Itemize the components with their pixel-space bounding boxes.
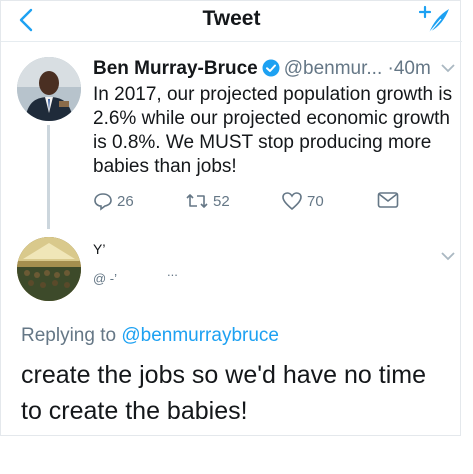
compose-feather-icon[interactable] bbox=[419, 5, 451, 35]
like-count: 70 bbox=[307, 192, 324, 210]
retweet-button[interactable]: 52 bbox=[185, 191, 230, 211]
header: Tweet bbox=[1, 1, 462, 42]
avatar-photo bbox=[17, 57, 81, 121]
reply-author-avatar[interactable] bbox=[17, 237, 81, 301]
replying-to-label: Replying to bbox=[21, 325, 117, 346]
page-title: Tweet bbox=[202, 7, 261, 30]
author-row: Ben Murray-Bruce @benmur... ·40m bbox=[93, 58, 431, 80]
replying-to-handle-link[interactable]: @benmurraybruce bbox=[121, 325, 279, 346]
tweet-actions: 26 52 70 bbox=[93, 191, 423, 215]
tweet-time[interactable]: 40m bbox=[394, 58, 431, 79]
author-name[interactable]: Ben Murray-Bruce bbox=[93, 58, 258, 79]
direct-message-button[interactable] bbox=[377, 191, 403, 209]
tweet-detail-frame: Tweet Ben Murray-Bruce @benmur... ·40m I… bbox=[0, 0, 462, 436]
retweet-count: 52 bbox=[213, 192, 230, 210]
reply-icon bbox=[94, 193, 112, 211]
tweet-text: In 2017, our projected population growth… bbox=[93, 84, 453, 177]
reply-author-name[interactable]: Y’ bbox=[93, 241, 105, 257]
reply-count: 26 bbox=[117, 192, 134, 210]
replying-to-line: Replying to @benmurraybruce bbox=[21, 325, 279, 347]
verified-badge-icon bbox=[262, 59, 280, 77]
retweet-icon bbox=[186, 194, 208, 208]
chevron-down-icon[interactable] bbox=[441, 251, 455, 261]
reply-separator-dots: ... bbox=[167, 264, 178, 279]
reply-text: create the jobs so we'd have no time to … bbox=[21, 361, 427, 425]
thread-line bbox=[47, 125, 50, 229]
chevron-down-icon[interactable] bbox=[441, 63, 455, 73]
envelope-icon bbox=[377, 192, 399, 208]
like-button[interactable]: 70 bbox=[281, 191, 324, 211]
reply-author-handle[interactable]: @ -’ bbox=[93, 271, 117, 286]
author-handle[interactable]: @benmur... bbox=[284, 58, 383, 79]
reply-button[interactable]: 26 bbox=[93, 191, 134, 211]
heart-icon bbox=[282, 192, 302, 211]
author-avatar[interactable] bbox=[17, 57, 81, 121]
avatar-photo bbox=[17, 237, 81, 301]
